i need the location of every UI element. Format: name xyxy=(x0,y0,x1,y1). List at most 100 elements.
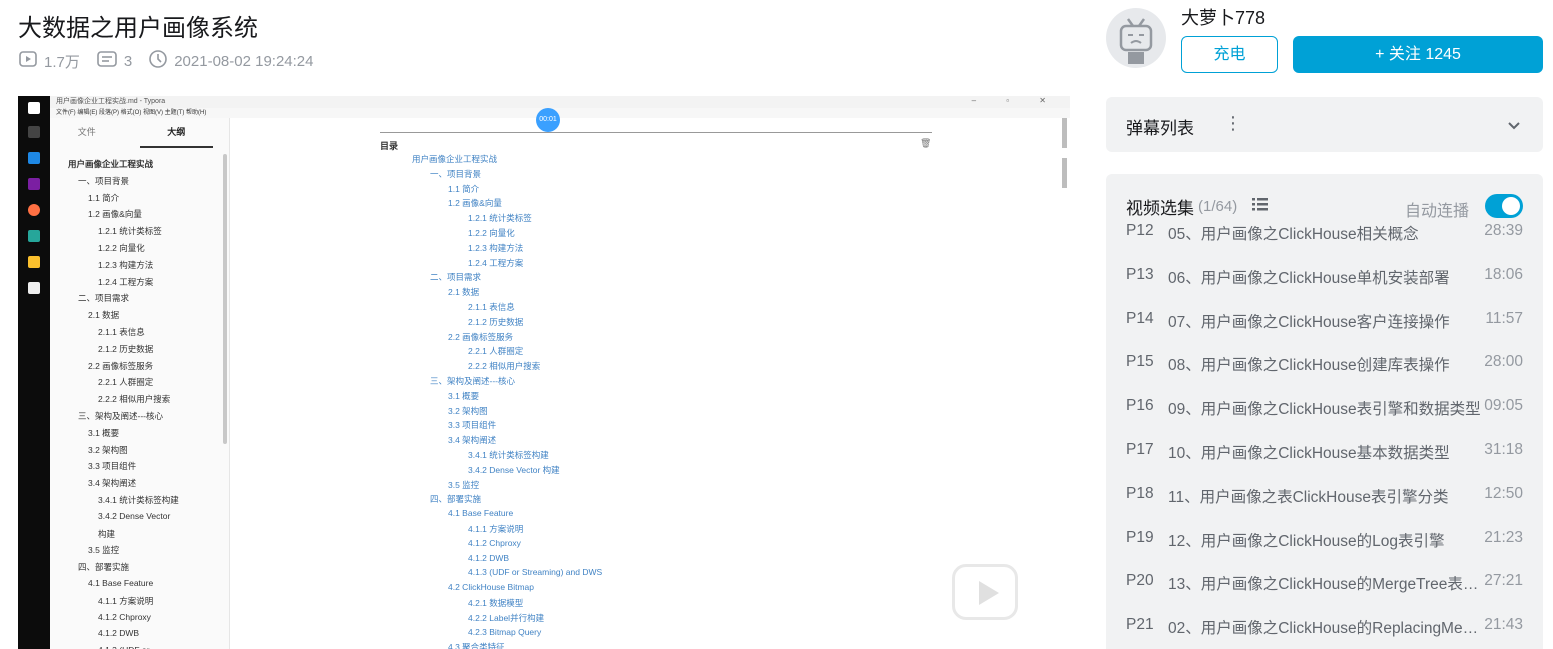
toc-link[interactable]: 1.2.3 构建方法 xyxy=(468,242,523,254)
toc-link[interactable]: 3.4.2 Dense Vector 构建 xyxy=(468,464,560,476)
chevron-down-icon[interactable] xyxy=(1507,117,1521,135)
toc-link[interactable]: 4.1.2 Chproxy xyxy=(468,538,521,548)
toc-link[interactable]: 4.2.3 Bitmap Query xyxy=(468,627,541,637)
outline-item[interactable]: 1.2 画像&向量 xyxy=(88,208,142,220)
toc-link[interactable]: 3.2 架构图 xyxy=(448,405,488,417)
toc-link[interactable]: 一、项目背景 xyxy=(430,168,481,180)
toc-link[interactable]: 三、架构及阐述---核心 xyxy=(430,375,515,387)
toc-link[interactable]: 4.3 聚合类特征 xyxy=(448,641,505,649)
outline-item[interactable]: 3.2 架构图 xyxy=(88,444,128,456)
video-meta: 1.7万 3 2021-08-02 19:24:24 xyxy=(18,49,330,73)
toc-link[interactable]: 4.1.3 (UDF or Streaming) and DWS xyxy=(468,567,602,577)
outline-item[interactable]: 3.5 监控 xyxy=(88,544,119,556)
episode-item[interactable]: P16 09、用户画像之ClickHouse表引擎和数据类型 09:05 xyxy=(1126,397,1523,419)
danmaku-list-panel[interactable]: 弹幕列表 ⋮ xyxy=(1106,97,1543,152)
toc-link[interactable]: 1.1 简介 xyxy=(448,183,479,195)
outline-item[interactable]: 4.1.1 方案说明 xyxy=(98,595,153,607)
charge-button[interactable]: 充电 xyxy=(1181,36,1278,73)
episode-item[interactable]: P18 11、用户画像之表ClickHouse表引擎分类 12:50 xyxy=(1126,485,1523,507)
outline-item[interactable]: 四、部署实施 xyxy=(78,561,129,573)
toc-link[interactable]: 1.2.1 统计类标签 xyxy=(468,212,532,224)
episode-item[interactable]: P12 05、用户画像之ClickHouse相关概念 28:39 xyxy=(1126,222,1523,244)
windows-start-icon xyxy=(28,102,40,114)
episode-item[interactable]: P17 10、用户画像之ClickHouse基本数据类型 31:18 xyxy=(1126,441,1523,463)
toc-link[interactable]: 2.2.2 相似用户搜索 xyxy=(468,360,540,372)
uploader-name[interactable]: 大萝卜778 xyxy=(1181,4,1265,30)
toc-link[interactable]: 二、项目需求 xyxy=(430,271,481,283)
toc-link[interactable]: 3.4 架构阐述 xyxy=(448,434,496,446)
outline-item[interactable]: 2.2.2 相似用户搜索 xyxy=(98,393,170,405)
outline-item[interactable]: 一、项目背景 xyxy=(78,175,129,187)
toc-link[interactable]: 用户画像企业工程实战 xyxy=(412,153,497,165)
outline-item[interactable]: 3.4 架构阐述 xyxy=(88,477,136,489)
episode-duration: 09:05 xyxy=(1484,397,1523,415)
toc-link[interactable]: 1.2.4 工程方案 xyxy=(468,257,523,269)
episode-item[interactable]: P20 13、用户画像之ClickHouse的MergeTree表引擎 27:21 xyxy=(1126,572,1523,594)
toc-link[interactable]: 4.2 ClickHouse Bitmap xyxy=(448,582,534,592)
episode-item[interactable]: P21 02、用户画像之ClickHouse的ReplacingMergeTree… xyxy=(1126,616,1523,638)
view-count: 1.7万 xyxy=(18,49,80,73)
outline-item[interactable]: 用户画像企业工程实战 xyxy=(68,158,153,170)
toc-link[interactable]: 4.2.2 Label并行构建 xyxy=(468,612,544,624)
outline-item[interactable]: 3.3 项目组件 xyxy=(88,460,136,472)
episode-duration: 27:21 xyxy=(1484,572,1523,590)
toc-link[interactable]: 2.2 画像标签服务 xyxy=(448,331,513,343)
outline-item[interactable]: 1.2.4 工程方案 xyxy=(98,276,153,288)
episode-item[interactable]: P14 07、用户画像之ClickHouse客户连接操作 11:57 xyxy=(1126,310,1523,332)
outline-item[interactable]: 4.1 Base Feature xyxy=(88,578,153,588)
content-scrollbar xyxy=(1062,118,1067,148)
typora-icon xyxy=(28,282,40,294)
outline-item[interactable]: 1.1 简介 xyxy=(88,192,119,204)
folder-icon xyxy=(28,256,40,268)
avatar[interactable] xyxy=(1106,8,1166,68)
outline-item[interactable]: 4.1.2 DWB xyxy=(98,628,139,638)
toc-link[interactable]: 1.2 画像&向量 xyxy=(448,197,502,209)
outline-item[interactable]: 3.1 概要 xyxy=(88,427,119,439)
outline-sidebar: 文件 大纲 用户画像企业工程实战 一、项目背景 1.1 简介 1.2 画像&向量 1.2… xyxy=(50,118,230,649)
autoplay-toggle[interactable] xyxy=(1485,194,1523,218)
outline-item[interactable]: 2.2.1 人群圈定 xyxy=(98,376,153,388)
toc-link[interactable]: 四、部署实施 xyxy=(430,493,481,505)
toc-link[interactable]: 4.1 Base Feature xyxy=(448,508,513,518)
outline-item[interactable]: 三、架构及阐述---核心 xyxy=(78,410,163,422)
outline-item[interactable]: 1.2.2 向量化 xyxy=(98,242,145,254)
toc-link[interactable]: 4.1.1 方案说明 xyxy=(468,523,523,535)
episode-item[interactable]: P13 06、用户画像之ClickHouse单机安装部署 18:06 xyxy=(1126,266,1523,288)
outline-item[interactable]: 3.4.1 统计类标签构建 xyxy=(98,494,179,506)
toc-link[interactable]: 2.2.1 人群圈定 xyxy=(468,345,523,357)
toc-link[interactable]: 1.2.2 向量化 xyxy=(468,227,515,239)
tab-outline: 大纲 xyxy=(139,118,213,148)
toc-link[interactable]: 4.1.2 DWB xyxy=(468,553,509,563)
episode-list-panel: 视频选集 (1/64) 自动连播 P12 05、用户画像之ClickHouse相关… xyxy=(1106,174,1543,649)
danmaku-list-label: 弹幕列表 xyxy=(1126,119,1194,138)
outline-item[interactable]: 1.2.3 构建方法 xyxy=(98,259,153,271)
outline-item[interactable]: 构建 xyxy=(98,528,115,540)
outline-item[interactable]: 4.1.2 Chproxy xyxy=(98,612,151,622)
follow-button[interactable]: + 关注 1245 xyxy=(1293,36,1543,73)
outline-item[interactable]: 2.1.2 历史数据 xyxy=(98,343,153,355)
outline-item[interactable]: 2.2 画像标签服务 xyxy=(88,360,153,372)
outline-item[interactable]: 3.4.2 Dense Vector xyxy=(98,511,170,521)
outline-item[interactable]: 2.1 数据 xyxy=(88,309,119,321)
outline-item[interactable]: 4.1.3 (UDF or xyxy=(98,645,150,649)
toc-link[interactable]: 3.4.1 统计类标签构建 xyxy=(468,449,549,461)
episode-item[interactable]: P19 12、用户画像之ClickHouse的Log表引擎 21:23 xyxy=(1126,529,1523,551)
toc-link[interactable]: 2.1.2 历史数据 xyxy=(468,316,523,328)
play-icon[interactable] xyxy=(952,564,1018,620)
toc-link[interactable]: 2.1 数据 xyxy=(448,286,479,298)
toc-link[interactable]: 3.1 概要 xyxy=(448,390,479,402)
outline-item[interactable]: 1.2.1 统计类标签 xyxy=(98,225,162,237)
episode-list-header: 视频选集 (1/64) xyxy=(1126,194,1269,219)
outline-item[interactable]: 二、项目需求 xyxy=(78,292,129,304)
toc-link[interactable]: 2.1.1 表信息 xyxy=(468,301,515,313)
toc-link[interactable]: 3.5 监控 xyxy=(448,479,479,491)
episode-number: P14 xyxy=(1126,309,1154,327)
episode-item[interactable]: P15 08、用户画像之ClickHouse创建库表操作 28:00 xyxy=(1126,353,1523,375)
episode-number: P20 xyxy=(1126,572,1154,590)
more-options-icon[interactable]: ⋮ xyxy=(1224,113,1242,134)
outline-item[interactable]: 2.1.1 表信息 xyxy=(98,326,145,338)
toc-link[interactable]: 4.2.1 数据模型 xyxy=(468,597,523,609)
video-player[interactable]: 用户画像企业工程实战.md - Typora – ▫ ✕ 文件(F) 编辑(E)… xyxy=(18,96,1070,649)
toc-link[interactable]: 3.3 项目组件 xyxy=(448,419,496,431)
list-view-icon[interactable] xyxy=(1251,196,1269,217)
